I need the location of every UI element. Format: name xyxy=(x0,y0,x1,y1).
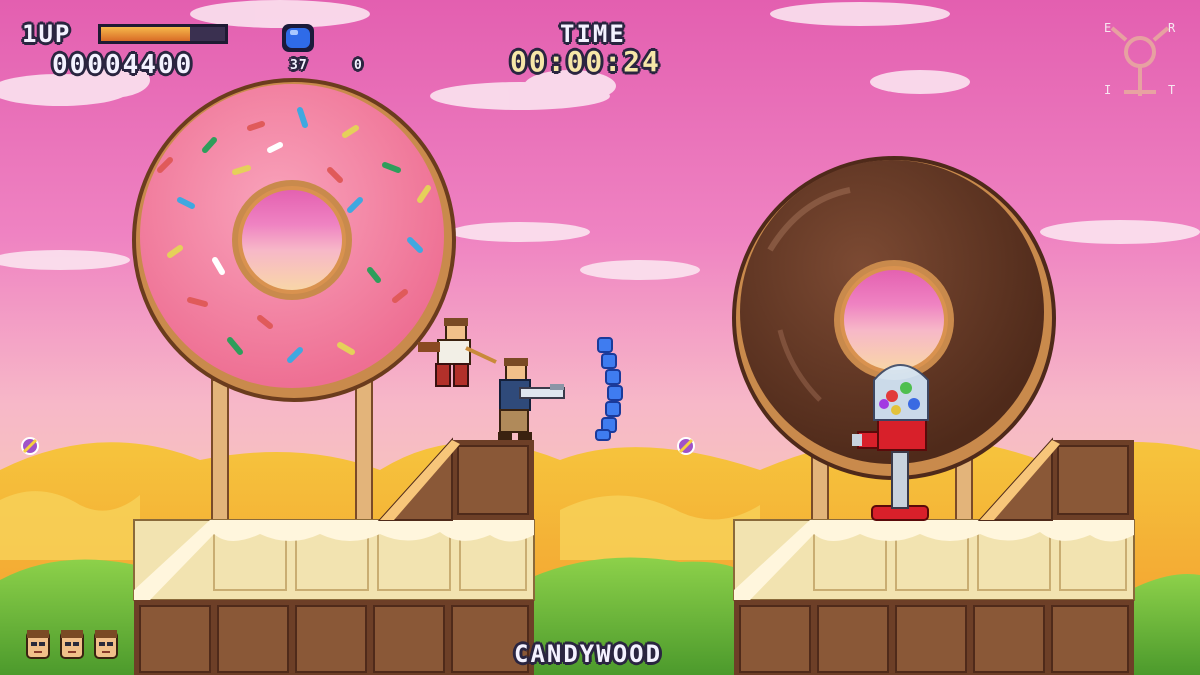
pink-donut xyxy=(132,78,456,402)
health-bar xyxy=(98,24,228,44)
lives-indicator xyxy=(24,628,120,662)
player-emblem-icon: E R I T xyxy=(1104,21,1176,97)
score-counter: 00004400 xyxy=(52,50,194,80)
player-label: 1UP xyxy=(22,20,72,48)
emblem-letter-r: R xyxy=(1168,21,1176,35)
life-head-icon xyxy=(94,630,118,659)
gem-count: 37 xyxy=(290,58,308,73)
life-head-icon xyxy=(60,630,84,659)
level-name: CANDYWOOD xyxy=(514,640,663,668)
emblem-letter-t: T xyxy=(1168,83,1175,97)
game-screen[interactable]: 1UP 00004400 37 0 TIME 00:00:24 E R I T … xyxy=(0,0,1200,675)
elapsed-timer: 00:00:24 xyxy=(510,45,661,78)
time-label: TIME xyxy=(560,20,626,48)
secondary-count: 0 xyxy=(354,58,364,73)
blue-gem-icon xyxy=(282,24,314,52)
emblem-letter-e: E xyxy=(1104,21,1111,35)
life-head-icon xyxy=(26,630,50,659)
health-bar-fill xyxy=(101,27,191,41)
game-scene xyxy=(0,0,1200,675)
emblem-letter-i: I xyxy=(1104,83,1111,97)
